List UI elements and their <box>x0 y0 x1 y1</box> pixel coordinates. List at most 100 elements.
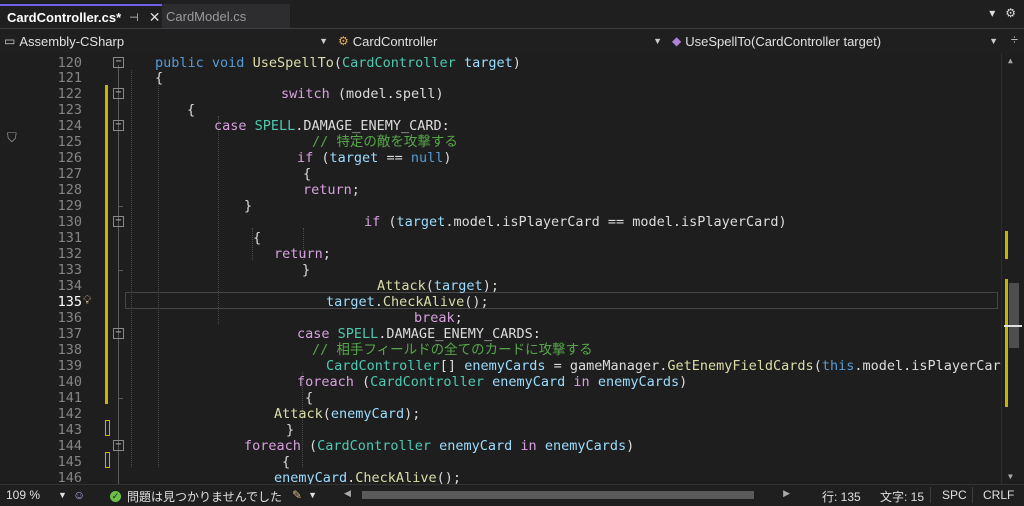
code-line[interactable]: CardController[] enemyCards = gameManage… <box>326 358 1024 374</box>
member-dropdown[interactable]: ◆ UseSpellTo(CardController target) ▼ <box>672 31 1002 51</box>
code-line[interactable]: { <box>303 166 311 182</box>
collapse-icon[interactable]: − <box>113 120 124 131</box>
scroll-up-icon[interactable]: ▲ <box>1008 56 1013 65</box>
line-number: 137 <box>57 326 82 342</box>
code-token: { <box>282 454 291 470</box>
line-number: 140 <box>57 374 82 390</box>
collapse-icon[interactable]: − <box>113 440 124 451</box>
code-token: ); <box>404 406 421 422</box>
collapse-icon[interactable]: − <box>113 328 124 339</box>
line-indicator[interactable]: 行: 135 <box>822 488 861 505</box>
code-token: ( <box>322 406 331 422</box>
char-indicator[interactable]: 文字: 15 <box>880 488 924 505</box>
code-token: } <box>244 198 253 214</box>
code-line[interactable]: Attack(target); <box>377 278 499 294</box>
code-token: CardController <box>370 374 484 390</box>
close-icon[interactable]: ✕ <box>149 9 161 26</box>
scroll-change-mark <box>1005 279 1008 407</box>
code-editor[interactable]: ⛉ 120 121 122 123 124 125 126 127 128 129 130 131 13… <box>0 53 1024 484</box>
code-line[interactable]: foreach (CardController enemyCard in ene… <box>244 438 634 454</box>
code-token: { <box>303 166 312 182</box>
line-number: 139 <box>57 358 82 374</box>
scroll-down-icon[interactable]: ▼ <box>1008 472 1013 481</box>
vertical-scrollbar[interactable]: ▲ ▼ <box>1001 53 1024 484</box>
line-number: 132 <box>57 246 82 262</box>
collapse-icon[interactable]: − <box>113 88 124 99</box>
copilot-icon[interactable]: ☺ <box>73 488 85 502</box>
code-line[interactable]: // 特定の敵を攻撃する <box>312 134 458 150</box>
code-line[interactable]: { <box>305 390 313 406</box>
tab-dropdown-icon[interactable]: ▾ <box>989 6 995 20</box>
code-line[interactable]: } <box>286 422 294 438</box>
line-number: 125 <box>57 134 82 150</box>
code-line[interactable]: { <box>155 70 163 86</box>
code-line[interactable]: if (target.model.isPlayerCard == model.i… <box>364 214 787 230</box>
line-number: 126 <box>57 150 82 166</box>
code-token: CheckAlive <box>382 294 465 310</box>
code-line[interactable]: { <box>187 102 195 118</box>
code-token: if <box>297 150 314 166</box>
project-dropdown[interactable]: ▭ Assembly-CSharp ▼ <box>4 31 332 51</box>
code-token: { <box>155 70 164 86</box>
code-line[interactable]: { <box>253 230 261 246</box>
split-editor-icon[interactable]: ÷ <box>1011 32 1018 47</box>
code-line[interactable]: foreach (CardController enemyCard in ene… <box>297 374 687 390</box>
code-line[interactable]: } <box>244 198 252 214</box>
horizontal-scrollbar[interactable]: ◀ ▶ <box>340 488 790 500</box>
code-line[interactable]: { <box>282 454 290 470</box>
code-token: ( <box>353 374 371 390</box>
code-line[interactable]: Attack(enemyCard); <box>274 406 420 422</box>
bookmark-icon[interactable]: ⛉ <box>7 131 17 146</box>
code-token: (model.spell) <box>329 86 444 102</box>
code-line[interactable]: enemyCard.CheckAlive(); <box>274 470 461 484</box>
method-icon: ◆ <box>672 34 682 48</box>
code-token: SPELL <box>254 118 296 134</box>
line-number: 123 <box>57 102 82 118</box>
code-token: (); <box>436 470 461 484</box>
collapse-icon[interactable]: − <box>113 57 124 68</box>
spacing-indicator[interactable]: SPC <box>942 488 967 502</box>
line-number: 133 <box>57 262 82 278</box>
change-marker <box>105 452 110 468</box>
code-line[interactable]: } <box>302 262 310 278</box>
code-line[interactable]: target.CheckAlive(); <box>326 294 489 310</box>
code-line[interactable]: break; <box>414 310 463 326</box>
scroll-thumb[interactable] <box>362 491 754 499</box>
scroll-right-icon[interactable]: ▶ <box>783 488 790 499</box>
scroll-left-icon[interactable]: ◀ <box>344 488 351 499</box>
code-line[interactable]: return; <box>274 246 331 262</box>
settings-gear-icon[interactable]: ⚙ <box>1005 6 1016 20</box>
code-cleanup-button[interactable]: ✎ ▼ <box>292 488 317 502</box>
class-dropdown[interactable]: ⚙ CardController ▼ <box>338 31 666 51</box>
change-marker <box>105 308 108 404</box>
issues-indicator[interactable]: ✓ 問題は見つかりませんでした <box>110 488 282 505</box>
code-token: ); <box>482 278 499 294</box>
code-token: enemyCards <box>544 438 627 454</box>
tab-cardmodel[interactable]: CardModel.cs <box>162 4 290 28</box>
code-line[interactable]: // 相手フィールドの全てのカードに攻撃する <box>312 342 593 358</box>
tab-cardcontroller[interactable]: CardController.cs* ⊣ ✕ <box>0 4 162 28</box>
collapse-icon[interactable]: − <box>113 216 124 227</box>
line-ending-indicator[interactable]: CRLF <box>983 488 1014 502</box>
code-token: target <box>433 278 483 294</box>
code-line[interactable]: case SPELL.DAMAGE_ENEMY_CARDS: <box>297 326 541 342</box>
lightbulb-icon[interactable]: 💡︎ <box>83 293 91 308</box>
line-number: 129 <box>57 198 82 214</box>
code-line[interactable]: public void UseSpellTo(CardController ta… <box>155 55 521 71</box>
zoom-dropdown[interactable]: 109 % ▼ ☺ <box>6 488 85 502</box>
indent-guide <box>158 84 159 467</box>
code-line[interactable]: case SPELL.DAMAGE_ENEMY_CARD: <box>214 118 450 134</box>
member-label: UseSpellTo(CardController target) <box>685 33 882 49</box>
code-line[interactable]: switch (model.spell) <box>281 86 444 102</box>
tab-label: CardModel.cs <box>166 8 247 24</box>
code-token: ( <box>313 150 330 166</box>
code-token: target <box>396 214 446 230</box>
code-line[interactable]: return; <box>303 182 360 198</box>
pin-icon[interactable]: ⊣ <box>129 11 139 24</box>
code-token: . <box>374 294 383 310</box>
scroll-thumb[interactable] <box>1009 283 1019 348</box>
code-line[interactable]: if (target == null) <box>297 150 451 166</box>
